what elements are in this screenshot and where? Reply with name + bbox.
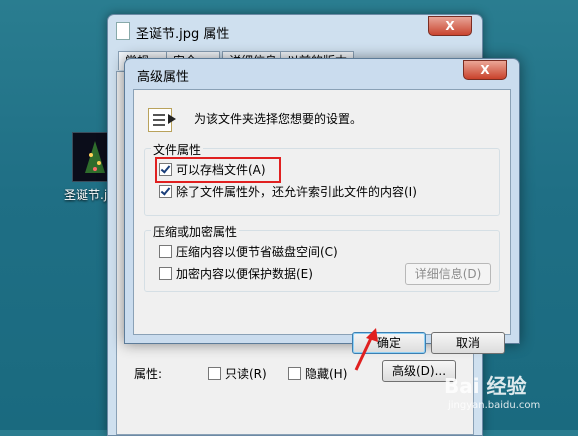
hidden-label: 隐藏(H) xyxy=(305,367,348,381)
archive-label: 可以存档文件(A) xyxy=(176,163,266,177)
checkbox-box xyxy=(288,367,301,380)
watermark-logo: Bai 经验 xyxy=(444,374,527,398)
details-button[interactable]: 详细信息(D) xyxy=(405,263,491,285)
dialog-title: 高级属性 xyxy=(137,70,190,85)
readonly-checkbox[interactable]: 只读(R) xyxy=(208,365,267,382)
encrypt-checkbox[interactable]: 加密内容以便保护数据(E) xyxy=(159,265,313,282)
checkbox-box xyxy=(159,185,172,198)
archive-checkbox[interactable]: 可以存档文件(A) xyxy=(159,161,266,178)
close-icon[interactable]: X xyxy=(428,16,472,36)
compress-encrypt-group: 压缩或加密属性 压缩内容以便节省磁盘空间(C) 加密内容以便保护数据(E) 详细… xyxy=(144,223,500,292)
properties-titlebar[interactable]: 圣诞节.jpg 属性 X xyxy=(108,15,482,47)
compress-checkbox[interactable]: 压缩内容以便节省磁盘空间(C) xyxy=(159,243,338,260)
checkbox-box xyxy=(159,163,172,176)
encrypt-label: 加密内容以便保护数据(E) xyxy=(176,267,313,281)
readonly-label: 只读(R) xyxy=(225,367,267,381)
checkbox-box xyxy=(159,245,172,258)
file-attributes-group: 文件属性 可以存档文件(A) 除了文件属性外，还允许索引此文件的内容(I) xyxy=(144,141,500,216)
cancel-button[interactable]: 取消 xyxy=(431,332,505,354)
attributes-label: 属性: xyxy=(134,367,163,381)
watermark: Bai 经验 jingyan.baidu.com xyxy=(444,370,574,426)
dialog-description: 为该文件夹选择您想要的设置。 xyxy=(194,112,363,126)
hidden-checkbox[interactable]: 隐藏(H) xyxy=(288,365,347,382)
compress-label: 压缩内容以便节省磁盘空间(C) xyxy=(176,245,338,259)
checkbox-box xyxy=(208,367,221,380)
dialog-body: 为该文件夹选择您想要的设置。 文件属性 可以存档文件(A) 除了文件属性外，还允… xyxy=(133,89,511,354)
folder-settings-icon xyxy=(148,108,176,132)
properties-title: 圣诞节.jpg 属性 xyxy=(136,27,230,42)
index-label: 除了文件属性外，还允许索引此文件的内容(I) xyxy=(176,185,417,199)
annotation-arrow-icon xyxy=(354,328,378,371)
group-title: 文件属性 xyxy=(151,141,204,158)
watermark-url: jingyan.baidu.com xyxy=(448,400,541,411)
close-icon[interactable]: X xyxy=(463,60,507,80)
file-icon xyxy=(116,22,130,40)
group-title: 压缩或加密属性 xyxy=(151,223,240,240)
checkbox-box xyxy=(159,267,172,280)
index-checkbox[interactable]: 除了文件属性外，还允许索引此文件的内容(I) xyxy=(159,183,417,200)
advanced-attributes-dialog: 高级属性 X 为该文件夹选择您想要的设置。 文件属性 可以存档文件(A) 除了文… xyxy=(124,58,520,354)
